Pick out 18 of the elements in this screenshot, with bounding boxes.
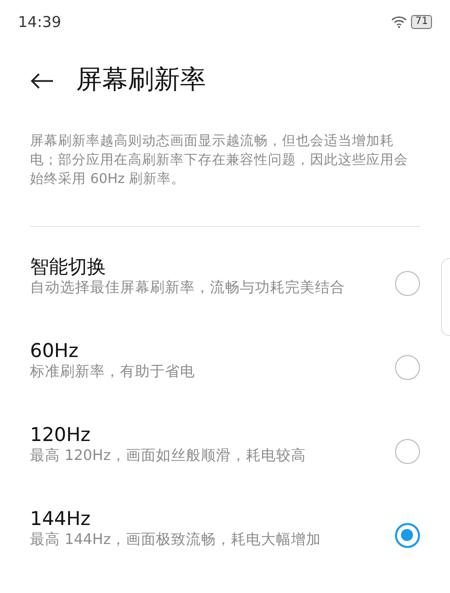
option-description: 自动选择最佳屏幕刷新率，流畅与功耗完美结合 <box>30 279 345 298</box>
status-time: 14:39 <box>18 12 62 33</box>
battery-indicator: 71 <box>411 15 432 29</box>
side-handle[interactable] <box>441 258 450 336</box>
radio-button[interactable] <box>395 355 420 380</box>
option-description: 最高 120Hz，画面如丝般顺滑，耗电较高 <box>30 447 306 466</box>
radio-button[interactable] <box>395 271 420 296</box>
wifi-icon <box>391 16 408 28</box>
option-title: 120Hz <box>30 423 92 447</box>
option-title: 60Hz <box>30 339 80 363</box>
option-title: 144Hz <box>30 507 92 531</box>
option-description: 最高 144Hz，画面极致流畅，耗电大幅增加 <box>30 531 321 550</box>
option-description: 标准刷新率，有助于省电 <box>30 363 195 382</box>
option-title: 智能切换 <box>30 255 107 279</box>
page-title: 屏幕刷新率 <box>76 64 206 96</box>
radio-button[interactable] <box>395 439 420 464</box>
radio-button[interactable] <box>395 523 420 548</box>
description-text: 屏幕刷新率越高则动态画面显示越流畅，但也会适当增加耗电；部分应用在高刷新率下存在兼容性问题，因此这些应用会始终采用 60Hz 刷新率。 <box>29 132 409 189</box>
